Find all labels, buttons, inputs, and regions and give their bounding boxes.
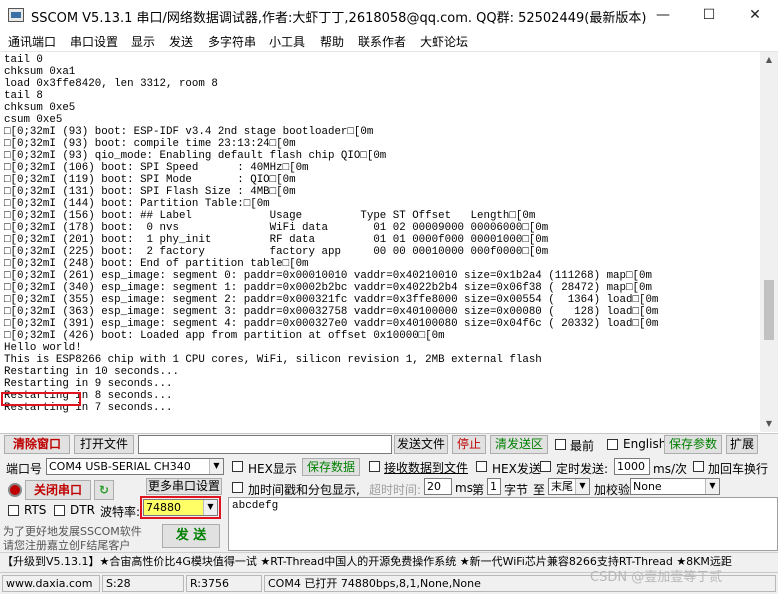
- scrollbar-thumb[interactable]: [764, 280, 774, 340]
- menu-multi-string[interactable]: 多字符串: [208, 33, 256, 50]
- promo-line-2: 请您注册嘉立创F结尾客户: [3, 539, 131, 552]
- minimize-button[interactable]: —: [640, 0, 686, 30]
- timeout-label: 超时时间:: [369, 483, 422, 497]
- console-scrollbar[interactable]: ▲ ▼: [760, 52, 778, 432]
- console-text: tail 0 chksum 0xa1 load 0x3ffe8420, len …: [4, 54, 659, 414]
- open-file-button[interactable]: 打开文件: [74, 435, 134, 454]
- hex-display-label: HEX显示: [248, 462, 297, 476]
- watermark: CSDN @壹加壹等于贰: [590, 570, 723, 585]
- sent-count: S:28: [102, 575, 184, 592]
- interval-input[interactable]: 1000: [614, 458, 650, 475]
- received-count: R:3756: [186, 575, 262, 592]
- timeout-input[interactable]: 20: [424, 478, 452, 495]
- baud-rate-highlight: [140, 496, 221, 519]
- scroll-down-icon[interactable]: ▼: [760, 416, 778, 432]
- scroll-up-icon[interactable]: ▲: [760, 52, 778, 68]
- timestamp-checkbox[interactable]: [232, 482, 243, 493]
- menu-send[interactable]: 发送: [169, 33, 193, 50]
- hex-display-checkbox[interactable]: [232, 461, 243, 472]
- chevron-down-icon[interactable]: ▼: [705, 479, 719, 494]
- send-button[interactable]: 发 送: [162, 524, 220, 548]
- menu-contact-author[interactable]: 联系作者: [358, 33, 406, 50]
- english-checkbox[interactable]: [607, 439, 618, 450]
- port-status-icon: [8, 483, 22, 497]
- clear-window-button[interactable]: 清除窗口: [4, 435, 70, 454]
- topmost-label: 最前: [570, 439, 595, 453]
- expand-button[interactable]: 扩展: [726, 435, 758, 454]
- recv-to-file-label[interactable]: 接收数据到文件: [384, 459, 468, 476]
- menu-serial-settings[interactable]: 串口设置: [70, 33, 118, 50]
- stop-button[interactable]: 停止: [452, 435, 486, 454]
- console-toolbar: 清除窗口 打开文件 发送文件 停止 清发送区 最前 English 保存参数 扩…: [0, 433, 778, 456]
- refresh-icon[interactable]: ↻: [94, 480, 114, 500]
- hex-send-label: HEX发送: [492, 462, 541, 476]
- menu-help[interactable]: 帮助: [320, 33, 344, 50]
- checksum-label: 加校验: [594, 483, 631, 497]
- receive-console[interactable]: tail 0 chksum 0xa1 load 0x3ffe8420, len …: [0, 52, 760, 432]
- timestamp-label: 加时间戳和分包显示,: [248, 483, 360, 497]
- send-file-button[interactable]: 发送文件: [394, 435, 448, 454]
- close-button[interactable]: ✕: [732, 0, 778, 30]
- port-select[interactable]: COM4 USB-SERIAL CH340 ▼: [46, 458, 224, 475]
- timeout-ms-label: ms: [455, 481, 473, 495]
- to-label: 至: [533, 483, 546, 497]
- menu-display[interactable]: 显示: [131, 33, 155, 50]
- timed-send-label: 定时发送:: [556, 462, 609, 476]
- chevron-down-icon[interactable]: ▼: [575, 479, 589, 494]
- menu-comm-port[interactable]: 通讯端口: [8, 33, 56, 50]
- byte-index-input[interactable]: 1: [487, 478, 501, 495]
- end-select[interactable]: 末尾 ▼: [548, 478, 590, 495]
- menu-bar: 通讯端口 串口设置 显示 发送 多字符串 小工具 帮助 联系作者 大虾论坛: [0, 31, 778, 52]
- end-value: 末尾: [551, 480, 573, 493]
- nth-label: 第: [472, 483, 485, 497]
- baud-rate-label: 波特率:: [100, 505, 141, 519]
- window-title: SSCOM V5.13.1 串口/网络数据调试器,作者:大虾丁丁,2618058…: [31, 11, 647, 26]
- timed-send-checkbox[interactable]: [540, 461, 551, 472]
- website-link[interactable]: www.daxia.com: [2, 575, 100, 592]
- dtr-label: DTR: [70, 503, 95, 517]
- rts-label: RTS: [24, 503, 47, 517]
- save-data-button[interactable]: 保存数据: [302, 458, 360, 476]
- interval-unit-label: ms/次: [653, 462, 687, 476]
- save-params-button[interactable]: 保存参数: [664, 435, 722, 454]
- clear-send-area-button[interactable]: 清发送区: [490, 435, 548, 454]
- rts-checkbox[interactable]: [8, 505, 19, 516]
- english-label: English: [623, 437, 667, 451]
- menu-tools[interactable]: 小工具: [269, 33, 305, 50]
- topmost-checkbox[interactable]: [555, 439, 566, 450]
- send-text: abcdefg: [232, 500, 279, 512]
- add-crlf-checkbox[interactable]: [693, 461, 704, 472]
- maximize-button[interactable]: ☐: [686, 0, 732, 30]
- file-path-field[interactable]: [138, 435, 392, 454]
- hex-send-checkbox[interactable]: [476, 461, 487, 472]
- recv-to-file-checkbox[interactable]: [369, 461, 380, 472]
- menu-forum[interactable]: 大虾论坛: [420, 33, 468, 50]
- port-label: 端口号: [6, 462, 43, 476]
- checksum-select[interactable]: None ▼: [630, 478, 720, 495]
- title-bar: SSCOM V5.13.1 串口/网络数据调试器,作者:大虾丁丁,2618058…: [0, 0, 778, 31]
- app-icon: [8, 8, 24, 22]
- port-value: COM4 USB-SERIAL CH340: [49, 460, 191, 473]
- chevron-down-icon[interactable]: ▼: [209, 459, 223, 474]
- send-text-area[interactable]: abcdefg: [228, 497, 778, 551]
- hello-world-highlight: [1, 392, 81, 406]
- byte-label: 字节: [504, 483, 529, 497]
- more-serial-settings-button[interactable]: 更多串口设置: [146, 478, 222, 495]
- add-crlf-label: 加回车换行: [708, 462, 769, 476]
- dtr-checkbox[interactable]: [54, 505, 65, 516]
- checksum-value: None: [633, 480, 662, 493]
- close-port-button[interactable]: 关闭串口: [25, 480, 91, 500]
